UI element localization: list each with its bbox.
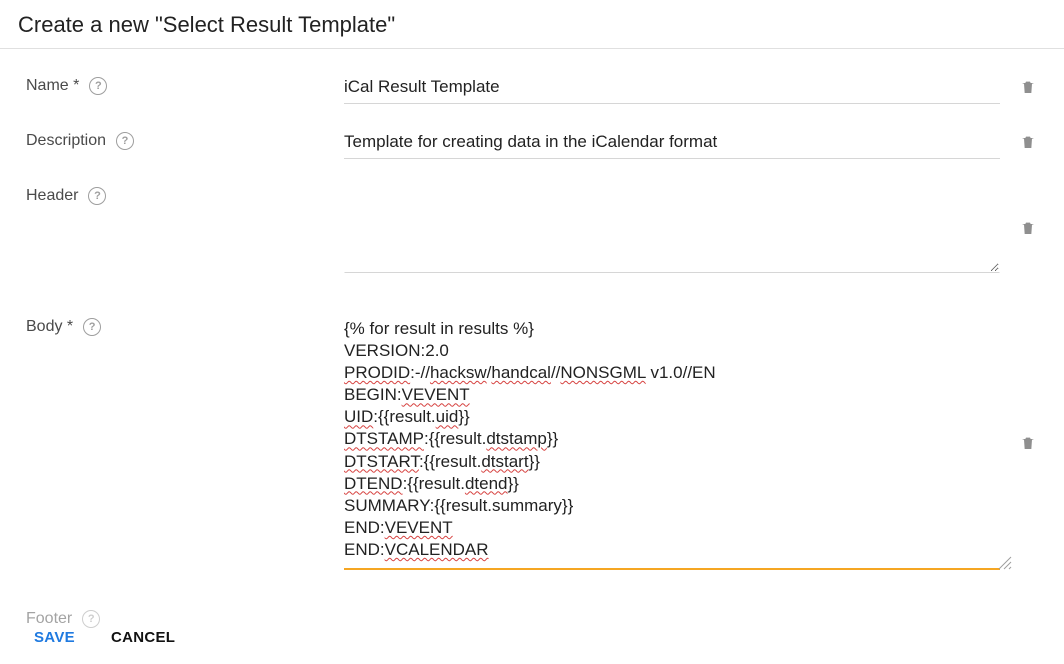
row-description: Description ? <box>0 130 1064 159</box>
body-text-segment: hacksw <box>430 363 487 382</box>
name-input[interactable] <box>344 75 1000 104</box>
row-body: Body * ? {% for result in results %} VER… <box>0 316 1064 570</box>
trash-icon <box>1020 434 1036 452</box>
field-col-description <box>344 130 1012 159</box>
field-col-name <box>344 75 1012 104</box>
body-text-segment: results <box>458 319 508 338</box>
trash-icon <box>1020 133 1036 151</box>
body-text-segment: UID <box>344 407 373 426</box>
body-text-segment: NONSGML <box>560 363 645 382</box>
body-input[interactable]: {% for result in results %} VERSION:2.0 … <box>344 316 1000 570</box>
body-text-segment: }} <box>458 407 469 426</box>
save-button[interactable]: SAVE <box>34 629 75 646</box>
body-text-segment: BEGIN: <box>344 385 402 404</box>
clear-body[interactable] <box>1012 316 1044 452</box>
body-text-segment: :-// <box>410 363 430 382</box>
row-header: Header ? <box>0 185 1064 276</box>
action-bar: SAVE CANCEL <box>34 629 175 646</box>
header-input[interactable] <box>344 185 1000 273</box>
label-col-description: Description ? <box>26 130 344 150</box>
page-title: Create a new "Select Result Template" <box>18 12 1046 38</box>
label-col-header: Header ? <box>26 185 344 205</box>
trash-icon <box>1020 78 1036 96</box>
label-header: Header <box>26 187 78 205</box>
help-icon[interactable]: ? <box>83 318 101 336</box>
help-icon[interactable]: ? <box>116 132 134 150</box>
body-text-segment: }} <box>547 429 558 448</box>
label-col-body: Body * ? <box>26 316 344 336</box>
label-name: Name * <box>26 77 79 95</box>
body-text-segment: VCALENDAR <box>385 540 489 559</box>
body-text-segment: dtstamp <box>486 429 546 448</box>
label-col-name: Name * ? <box>26 75 344 95</box>
row-footer: Footer ? <box>26 610 100 628</box>
resize-handle-icon[interactable] <box>998 556 1012 570</box>
body-text-segment: DTEND <box>344 474 403 493</box>
body-text-segment: DTSTART <box>344 452 419 471</box>
body-text-segment: DTSTAMP <box>344 429 424 448</box>
label-footer: Footer <box>26 610 72 628</box>
row-name: Name * ? <box>0 75 1064 104</box>
body-text-segment: END: <box>344 540 385 559</box>
label-body: Body * <box>26 318 73 336</box>
help-icon[interactable]: ? <box>82 610 100 628</box>
body-text-segment: }} <box>529 452 540 471</box>
cancel-button[interactable]: CANCEL <box>111 629 175 646</box>
body-text-segment: handcal <box>491 363 551 382</box>
label-description: Description <box>26 132 106 150</box>
clear-header[interactable] <box>1012 185 1044 237</box>
clear-description[interactable] <box>1012 130 1044 151</box>
body-text-segment: :{{result. <box>419 452 481 471</box>
body-text-segment: v1.0//EN <box>646 363 716 382</box>
help-icon[interactable]: ? <box>89 77 107 95</box>
field-col-header <box>344 185 1012 276</box>
body-text-segment: :{{result. <box>403 474 465 493</box>
body-text-segment: :{{result. <box>373 407 435 426</box>
body-text-segment: END: <box>344 518 385 537</box>
body-text-segment: SUMMARY:{{result.summary}} <box>344 496 573 515</box>
body-text-segment: %} <box>508 319 534 338</box>
field-col-body: {% for result in results %} VERSION:2.0 … <box>344 316 1012 570</box>
body-text-segment: PRODID <box>344 363 410 382</box>
body-text-segment: VEVENT <box>402 385 470 404</box>
body-text-segment: dtend <box>465 474 508 493</box>
body-text-segment: dtstart <box>481 452 528 471</box>
clear-name[interactable] <box>1012 75 1044 96</box>
description-input[interactable] <box>344 130 1000 159</box>
body-text-segment: uid <box>436 407 459 426</box>
body-text-segment: // <box>551 363 560 382</box>
body-text-segment: VERSION:2.0 <box>344 341 449 360</box>
form: Name * ? Description ? <box>0 49 1064 570</box>
body-text-segment: VEVENT <box>385 518 453 537</box>
body-text-segment: :{{result. <box>424 429 486 448</box>
trash-icon <box>1020 219 1036 237</box>
body-text-segment: {% for result in <box>344 319 458 338</box>
help-icon[interactable]: ? <box>88 187 106 205</box>
body-text-segment: }} <box>507 474 518 493</box>
page-header: Create a new "Select Result Template" <box>0 0 1064 49</box>
